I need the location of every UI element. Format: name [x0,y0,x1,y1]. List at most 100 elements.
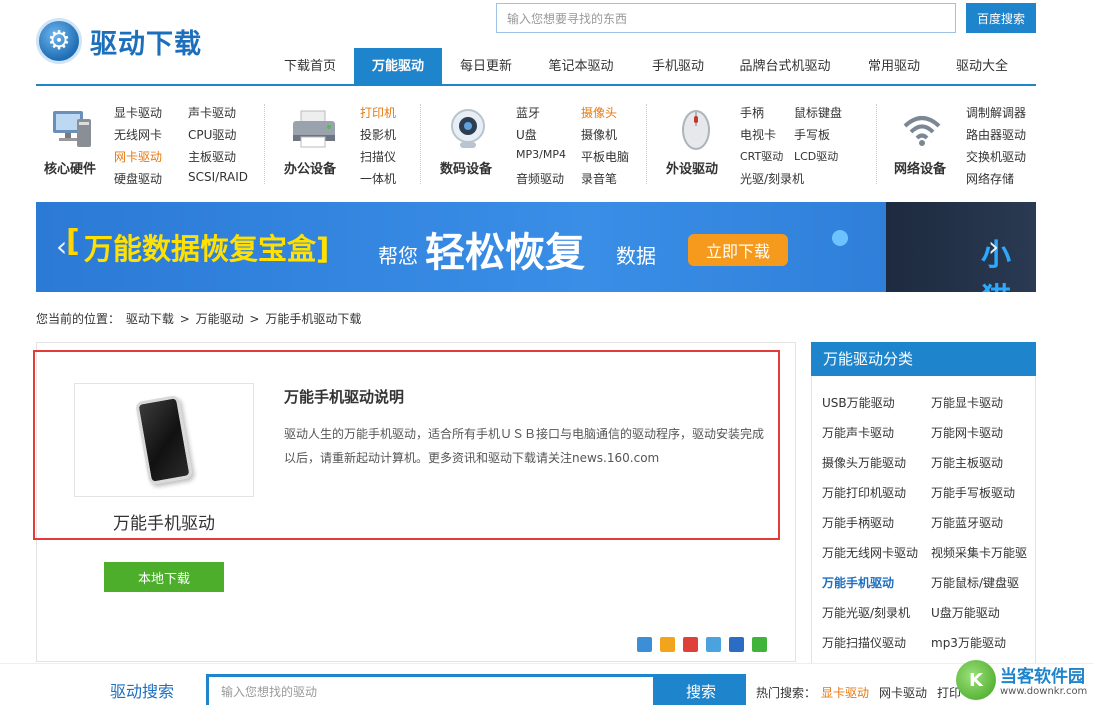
category-link[interactable]: 录音笔 [581,170,617,187]
category-link[interactable]: MP3/MP4 [516,148,566,161]
category-link[interactable]: 手柄 [740,104,764,121]
category-link[interactable]: 音频驱动 [516,170,564,187]
nav-item-home[interactable]: 下载首页 [276,48,344,84]
category-link[interactable]: 投影机 [360,126,396,143]
sidebar-category-link[interactable]: 万能显卡驱动 [931,394,1003,411]
category-link[interactable]: 蓝牙 [516,104,540,121]
divider [876,104,877,184]
phone-icon [135,394,193,486]
breadcrumb-link[interactable]: 驱动下载 [126,312,174,326]
nav-item-common-drivers[interactable]: 常用驱动 [858,48,930,84]
category-link[interactable]: 网络存储 [966,170,1014,187]
nav-item-driver-list[interactable]: 驱动大全 [944,48,1020,84]
category-link[interactable]: 一体机 [360,170,396,187]
sidebar-category-link[interactable]: 万能打印机驱动 [822,484,906,501]
category-link[interactable]: CPU驱动 [188,126,236,143]
sidebar-category-link[interactable]: USB万能驱动 [822,394,895,411]
category-link[interactable]: U盘 [516,126,537,143]
sidebar-category-link[interactable]: 摄像头万能驱动 [822,454,906,471]
sidebar-category-link[interactable]: 万能手写板驱动 [931,484,1015,501]
banner-text: 数据 [616,244,656,268]
hot-search-label: 热门搜索： [756,686,817,700]
hot-search-link[interactable]: 网卡驱动 [879,684,927,701]
category-office: 办公设备 打印机 投影机 扫描仪 一体机 [280,100,430,188]
main-nav: 下载首页 万能驱动 每日更新 笔记本驱动 手机驱动 品牌台式机驱动 常用驱动 驱… [36,48,1036,86]
sidebar-category-link[interactable]: 万能鼠标/键盘驱 [931,574,1019,591]
sidebar-category-link[interactable]: 视频采集卡万能驱 [931,544,1027,561]
share-qzone-icon[interactable] [660,637,675,652]
category-link[interactable]: LCD驱动 [794,148,838,164]
share-tencent-icon[interactable] [706,637,721,652]
nav-item-phone-drivers[interactable]: 手机驱动 [640,48,716,84]
category-link[interactable]: 路由器驱动 [966,126,1026,143]
banner-title: 万能数据恢复宝盒] [84,232,330,266]
category-link[interactable]: 摄像头 [581,104,617,121]
sidebar-category-link[interactable]: 万能手柄驱动 [822,514,894,531]
banner-headline: 轻松恢复 [425,230,585,276]
nav-item-laptop-drivers[interactable]: 笔记本驱动 [536,48,626,84]
hot-search-link[interactable]: 显卡驱动 [821,684,869,701]
sidebar-category-link[interactable]: U盘万能驱动 [931,604,1000,621]
watermark-title: 当客软件园 [1000,667,1085,687]
category-link[interactable]: 摄像机 [581,126,617,143]
category-link[interactable]: 无线网卡 [114,126,162,143]
driver-search-button[interactable]: 搜索 [656,674,746,705]
webcam-icon [440,106,496,152]
share-weibo-icon[interactable] [683,637,698,652]
category-name: 办公设备 [284,162,337,177]
mouse-icon [668,106,724,152]
banner-bracket: [ [66,224,80,259]
chevron-right-icon[interactable]: › [988,230,999,263]
divider [264,104,265,184]
nav-item-desktop-drivers[interactable]: 品牌台式机驱动 [726,48,844,84]
category-name: 核心硬件 [44,162,97,177]
category-name: 数码设备 [440,162,493,177]
breadcrumb-label: 您当前的位置： [36,312,121,326]
nav-item-daily-update[interactable]: 每日更新 [450,48,522,84]
share-renren-icon[interactable] [729,637,744,652]
category-core-hardware: 核心硬件 显卡驱动 声卡驱动 无线网卡 CPU驱动 网卡驱动 主板驱动 硬盘驱动… [36,100,256,188]
category-link[interactable]: 声卡驱动 [188,104,236,121]
category-link[interactable]: 显卡驱动 [114,104,162,121]
sidebar-category-link[interactable]: 万能光驱/刻录机 [822,604,910,621]
breadcrumb-separator: > [249,312,260,326]
promo-banner[interactable]: ‹ [ 万能数据恢复宝盒] 帮您 轻松恢复 数据 立即下载 小猫 › [36,202,1036,292]
category-link[interactable]: 交换机驱动 [966,148,1026,165]
nav-item-universal-drivers[interactable]: 万能驱动 [354,48,442,84]
banner-download-button[interactable]: 立即下载 [688,234,788,266]
category-link[interactable]: 硬盘驱动 [114,170,162,187]
category-link[interactable]: 网卡驱动 [114,148,162,165]
category-link[interactable]: 手写板 [794,126,830,143]
sidebar-category-link[interactable]: 万能声卡驱动 [822,424,894,441]
share-wechat-icon[interactable] [752,637,767,652]
sidebar-category-link[interactable]: 万能蓝牙驱动 [931,514,1003,531]
category-link[interactable]: 调制解调器 [966,104,1026,121]
driver-search-input[interactable]: 输入您想找的驱动 [206,674,656,705]
category-link[interactable]: 打印机 [360,104,396,121]
breadcrumb-link[interactable]: 万能驱动 [196,312,244,326]
divider [420,104,421,184]
baidu-search-button[interactable]: 百度搜索 [966,3,1036,33]
sidebar-category-link[interactable]: mp3万能驱动 [931,634,1006,651]
share-plus-icon[interactable] [637,637,652,652]
category-peripheral: 外设驱动 手柄 鼠标键盘 电视卡 手写板 CRT驱动 LCD驱动 光驱/刻录机 [662,100,872,188]
search-input[interactable]: 输入您想要寻找的东西 [496,3,956,33]
sidebar-category-link[interactable]: 万能手机驱动 [822,574,894,591]
sidebar-category-link[interactable]: 万能网卡驱动 [931,424,1003,441]
category-link[interactable]: 扫描仪 [360,148,396,165]
local-download-button[interactable]: 本地下载 [104,562,224,592]
category-link[interactable]: 光驱/刻录机 [740,170,804,187]
sidebar-category-link[interactable]: 万能无线网卡驱动 [822,544,918,561]
sidebar-category-link[interactable]: 万能主板驱动 [931,454,1003,471]
category-link[interactable]: 主板驱动 [188,148,236,165]
category-link[interactable]: 电视卡 [740,126,776,143]
category-link[interactable]: CRT驱动 [740,148,783,164]
description-text: 驱动人生的万能手机驱动，适合所有手机ＵＳＢ接口与电脑通信的驱动程序，驱动安装完成… [284,427,765,465]
sidebar-category-link[interactable]: 万能扫描仪驱动 [822,634,906,651]
category-link[interactable]: 平板电脑 [581,148,629,165]
breadcrumb: 您当前的位置： 驱动下载 > 万能驱动 > 万能手机驱动下载 [36,310,363,327]
category-link[interactable]: 鼠标键盘 [794,104,842,121]
product-name: 万能手机驱动 [113,514,215,534]
category-link[interactable]: SCSI/RAID [188,170,248,184]
divider [646,104,647,184]
